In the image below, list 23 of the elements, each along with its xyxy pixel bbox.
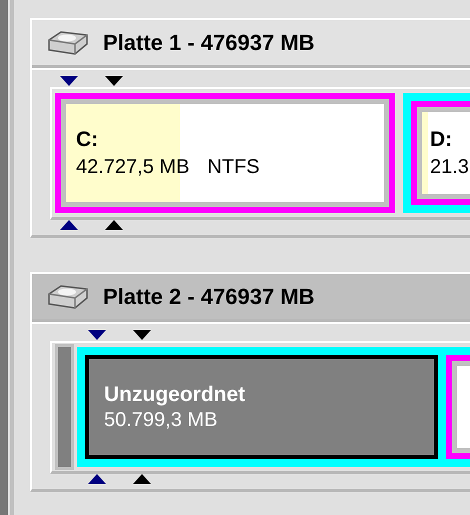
unallocated-label: Unzugeordnet <box>104 382 246 406</box>
extended-partition[interactable]: D: 21.3 <box>403 93 470 213</box>
file-system: NTFS <box>207 156 260 178</box>
disk-header[interactable]: Platte 2 - 476937 MB <box>32 274 470 322</box>
end-marker-icon[interactable] <box>133 474 151 484</box>
drive-letter: D: <box>430 128 454 152</box>
start-marker-icon[interactable] <box>88 330 106 340</box>
unallocated-size: 50.799,3 MB <box>104 408 218 432</box>
partition-size: 21.3 <box>430 156 469 178</box>
start-marker-icon[interactable] <box>60 220 78 230</box>
disk-title: Platte 1 - 476937 MB <box>103 30 315 56</box>
start-marker-icon[interactable] <box>88 474 106 484</box>
end-marker-icon[interactable] <box>105 220 123 230</box>
extended-partition[interactable]: Unzugeordnet 50.799,3 MB <box>77 347 470 467</box>
end-marker-icon[interactable] <box>105 76 123 86</box>
end-marker-icon[interactable] <box>133 330 151 340</box>
unallocated-space[interactable]: Unzugeordnet 50.799,3 MB <box>85 355 438 459</box>
disk-title: Platte 2 - 476937 MB <box>103 284 315 310</box>
partition[interactable]: C: 42.727,5 MB NTFS <box>55 93 395 213</box>
partition[interactable]: D: 21.3 <box>411 101 470 205</box>
partition-size: 42.727,5 MB <box>76 156 190 178</box>
drive-letter: C: <box>76 128 100 152</box>
start-marker-icon[interactable] <box>60 76 78 86</box>
